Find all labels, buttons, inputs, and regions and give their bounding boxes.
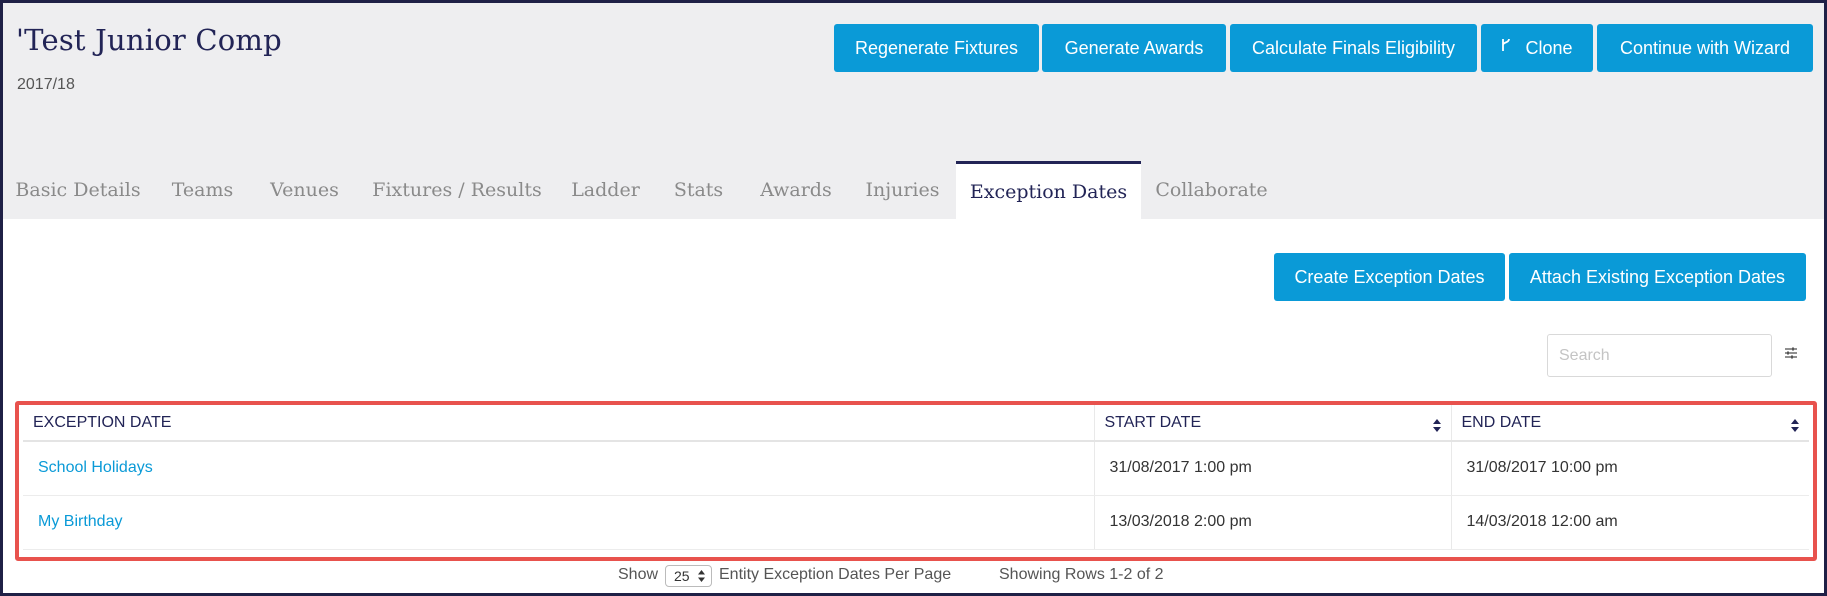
exception-name-cell: School Holidays — [23, 441, 1094, 496]
column-label-exception-date: EXCEPTION DATE — [33, 413, 172, 431]
tab-bar: Basic Details Teams Venues Fixtures / Re… — [3, 161, 1824, 219]
create-exception-dates-button[interactable]: Create Exception Dates — [1274, 253, 1505, 301]
sort-icon[interactable] — [1432, 419, 1441, 432]
page-title: 'Test Junior Comp — [16, 23, 282, 57]
tab-basic-details[interactable]: Basic Details — [3, 161, 153, 219]
column-header-start-date[interactable]: START DATE — [1093, 405, 1451, 442]
tab-stats[interactable]: Stats — [654, 161, 743, 219]
clone-button[interactable]: Clone — [1481, 24, 1593, 72]
app-frame: 'Test Junior Comp 2017/18 Regenerate Fix… — [0, 0, 1827, 596]
clone-label: Clone — [1525, 37, 1573, 58]
exception-link[interactable]: School Holidays — [38, 459, 153, 476]
per-page-select[interactable]: 25 — [665, 565, 712, 587]
continue-wizard-label: Continue with Wizard — [1619, 37, 1791, 58]
table-row: School Holidays 31/08/2017 1:00 pm 31/08… — [23, 441, 1809, 496]
per-page-label: Entity Exception Dates Per Page — [719, 566, 952, 583]
season-label: 2017/18 — [17, 76, 75, 93]
calculate-finals-eligibility-button[interactable]: Calculate Finals Eligibility — [1230, 24, 1477, 72]
tab-fixtures-results[interactable]: Fixtures / Results — [357, 161, 557, 219]
table-header-row: EXCEPTION DATE START DATE END DATE — [23, 405, 1809, 442]
fork-icon — [1501, 38, 1511, 55]
column-header-exception-date: EXCEPTION DATE — [23, 405, 1094, 442]
generate-awards-label: Generate Awards — [1064, 37, 1204, 58]
tab-collaborate[interactable]: Collaborate — [1141, 161, 1282, 219]
tab-venues[interactable]: Venues — [252, 161, 357, 219]
search-input[interactable] — [1547, 334, 1772, 377]
calculate-finals-eligibility-label: Calculate Finals Eligibility — [1251, 37, 1456, 58]
regenerate-fixtures-label: Regenerate Fixtures — [854, 37, 1019, 58]
generate-awards-button[interactable]: Generate Awards — [1042, 24, 1226, 72]
exception-name-cell: My Birthday — [23, 495, 1094, 550]
sort-icon[interactable] — [1791, 419, 1799, 432]
tab-awards[interactable]: Awards — [743, 161, 849, 219]
column-label-start-date: START DATE — [1104, 413, 1202, 431]
select-arrows-icon — [698, 570, 705, 582]
start-date-cell: 31/08/2017 1:00 pm — [1093, 441, 1451, 496]
exception-link[interactable]: My Birthday — [38, 513, 122, 530]
competition-header: 'Test Junior Comp 2017/18 Regenerate Fix… — [3, 3, 1824, 219]
attach-exception-dates-button[interactable]: Attach Existing Exception Dates — [1509, 253, 1806, 301]
column-header-end-date[interactable]: END DATE — [1450, 405, 1809, 442]
regenerate-fixtures-button[interactable]: Regenerate Fixtures — [834, 24, 1039, 72]
start-date-cell: 13/03/2018 2:00 pm — [1093, 495, 1451, 550]
tab-exception-dates[interactable]: Exception Dates — [956, 161, 1141, 219]
per-page-value: 25 — [674, 568, 690, 584]
tab-injuries[interactable]: Injuries — [849, 161, 956, 219]
column-label-end-date: END DATE — [1461, 413, 1542, 431]
show-label: Show — [618, 566, 659, 583]
exception-dates-table: EXCEPTION DATE START DATE END DATE Schoo… — [23, 405, 1809, 550]
rows-info: Showing Rows 1-2 of 2 — [999, 566, 1164, 583]
continue-wizard-button[interactable]: Continue with Wizard — [1597, 24, 1813, 72]
end-date-cell: 31/08/2017 10:00 pm — [1450, 441, 1809, 496]
attach-exception-dates-label: Attach Existing Exception Dates — [1529, 266, 1786, 287]
end-date-cell: 14/03/2018 12:00 am — [1450, 495, 1809, 550]
tab-teams[interactable]: Teams — [153, 161, 252, 219]
table-row: My Birthday 13/03/2018 2:00 pm 14/03/201… — [23, 495, 1809, 550]
create-exception-dates-label: Create Exception Dates — [1294, 266, 1485, 287]
tab-ladder[interactable]: Ladder — [557, 161, 654, 219]
filter-settings-icon[interactable] — [1783, 345, 1799, 361]
